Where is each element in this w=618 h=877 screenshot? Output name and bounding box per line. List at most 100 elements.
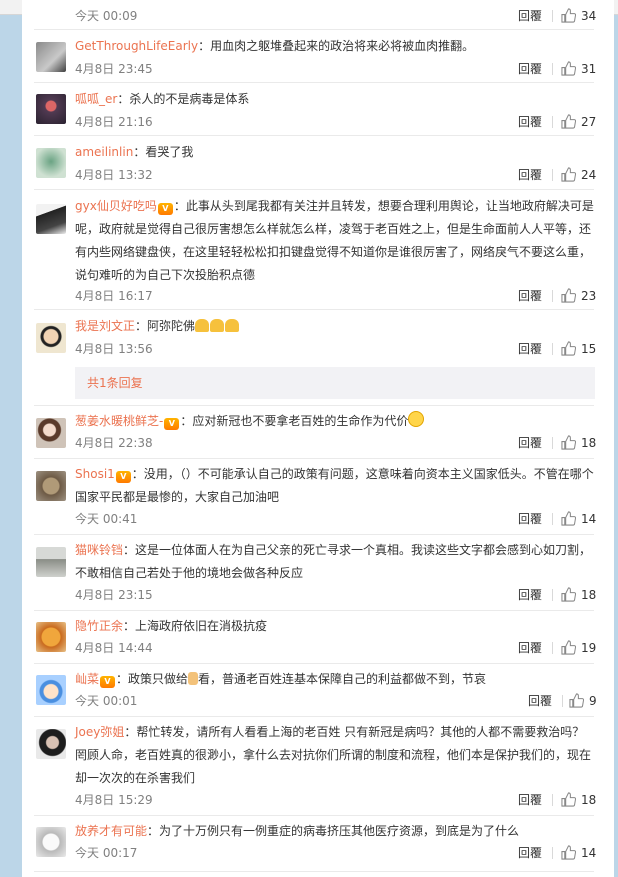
avatar[interactable]: [36, 729, 66, 759]
avatar[interactable]: [36, 418, 66, 448]
like-button[interactable]: 14: [561, 510, 597, 528]
comment-text: 隐竹正余：上海政府依旧在消极抗疫: [75, 615, 595, 638]
comment-time: 4月8日 23:15: [75, 588, 153, 602]
comment-item: 屾菜 V ：政策只做给 看，普通老百姓连基本保障自己的利益都做不到，节哀 今天 00:…: [34, 664, 597, 717]
comment-meta: 今天 00:09 回覆 34: [75, 7, 596, 25]
comment-text: Shosi1 V ：没用，（）不可能承认自己的政策有问题，这意味着向资本主义国家低头…: [75, 463, 595, 509]
avatar[interactable]: [36, 148, 66, 178]
comment-time: 今天 00:09: [75, 9, 138, 23]
comment-text: 放养才有可能：为了十万例只有一例重症的病毒挤压其他医疗资源，到底是为了什么: [75, 820, 595, 843]
reply-button[interactable]: 回覆: [518, 113, 542, 131]
reply-button[interactable]: 回覆: [518, 639, 542, 657]
reply-button[interactable]: 回覆: [518, 166, 542, 184]
reply-button[interactable]: 回覆: [518, 510, 542, 528]
like-button[interactable]: 18: [561, 434, 597, 452]
divider: [552, 437, 553, 449]
comment-item: Joey弥姐：帮忙转发，请所有人看看上海的老百姓 只有新冠是病吗？其他的人都不需…: [34, 717, 596, 816]
reply-button[interactable]: 回覆: [528, 692, 552, 710]
comment-meta: 4月8日 14:44 回覆 19: [75, 639, 597, 657]
username-link[interactable]: 屾菜: [75, 672, 99, 686]
reply-button[interactable]: 回覆: [518, 844, 542, 862]
avatar[interactable]: [36, 42, 66, 72]
like-button[interactable]: 18: [561, 586, 596, 604]
username-link[interactable]: 呱呱_er: [75, 92, 117, 106]
comment-time: 4月8日 14:44: [75, 641, 153, 655]
comment-body: ：杀人的不是病毒是体系: [117, 92, 250, 106]
comment-item: 葱姜水暖桃鲜芝- V ：应对新冠也不要拿老百姓的生命作为代价 4月8日 22:38 …: [34, 406, 597, 459]
reply-button[interactable]: 回覆: [518, 434, 542, 452]
avatar[interactable]: [36, 675, 66, 705]
like-count: 15: [581, 342, 597, 356]
like-count: 14: [581, 512, 597, 526]
thumbs-up-icon: [561, 792, 576, 807]
like-count: 23: [581, 289, 597, 303]
username-link[interactable]: GetThroughLifeEarly: [75, 39, 198, 53]
avatar[interactable]: [36, 547, 66, 577]
username-link[interactable]: gyx仙贝好吃吗: [75, 199, 157, 213]
like-button[interactable]: 24: [561, 166, 596, 184]
reply-button[interactable]: 回覆: [518, 791, 542, 809]
username-link[interactable]: 猫咪铃铛: [75, 543, 123, 557]
comment-item: Shosi1 V ：没用，（）不可能承认自己的政策有问题，这意味着向资本主义国家低头…: [34, 459, 597, 535]
comment-time: 4月8日 21:16: [75, 115, 153, 129]
like-button[interactable]: 14: [561, 844, 596, 862]
divider: [552, 10, 553, 22]
avatar[interactable]: [36, 622, 66, 652]
comment-item: ameilinlin：看哭了我 4月8日 13:32 回覆 24: [34, 136, 596, 190]
comment-text: ameilinlin：看哭了我: [75, 141, 595, 164]
reply-button[interactable]: 回覆: [518, 340, 542, 358]
avatar[interactable]: [36, 827, 66, 857]
username-link[interactable]: 放养才有可能: [75, 824, 147, 838]
avatar[interactable]: [36, 94, 66, 124]
username-link[interactable]: 隐竹正余: [75, 619, 123, 633]
avatar[interactable]: [36, 471, 66, 501]
more-replies-link[interactable]: 共1条回复: [75, 367, 595, 399]
like-button[interactable]: 31: [561, 60, 597, 78]
thumbs-up-icon: [561, 341, 576, 356]
vip-badge-icon: V: [164, 418, 180, 430]
divider: [552, 589, 553, 601]
like-button[interactable]: 23: [561, 287, 597, 305]
like-button[interactable]: 9: [569, 692, 597, 710]
username-link[interactable]: ameilinlin: [75, 145, 133, 159]
thumbs-up-icon: [561, 435, 576, 450]
like-count: 31: [581, 62, 597, 76]
thumbs-up-icon: [561, 114, 576, 129]
username-link[interactable]: 葱姜水暖桃鲜芝-: [75, 414, 163, 428]
thumbs-up-icon: [561, 288, 576, 303]
thumbs-up-icon: [561, 511, 576, 526]
face-emoji-icon: [408, 411, 425, 427]
comments-panel: 今天 00:09 回覆 34 GetThroughLifeEarly：用血肉之躯…: [22, 0, 614, 877]
username-link[interactable]: Joey弥姐: [75, 725, 124, 739]
like-button[interactable]: 34: [561, 7, 596, 25]
avatar[interactable]: [36, 204, 66, 234]
like-button[interactable]: 27: [561, 113, 596, 131]
like-button[interactable]: 18: [561, 791, 596, 809]
like-button[interactable]: 19: [561, 639, 597, 657]
comment-time: 4月8日 15:29: [75, 793, 153, 807]
divider: [552, 290, 553, 302]
comment-body: ：没用，（）不可能承认自己的政策有问题，这意味着向资本主义国家低头。不管在哪个国…: [75, 467, 594, 504]
reply-button[interactable]: 回覆: [518, 60, 542, 78]
comment-text: 猫咪铃铛：这是一位体面人在为自己父亲的死亡寻求一个真相。我读这些文字都会感到心如…: [75, 539, 595, 585]
like-button[interactable]: 15: [561, 340, 597, 358]
username-link[interactable]: 我是刘文正: [75, 319, 135, 333]
like-count: 18: [581, 436, 597, 450]
more-replies-label: 共1条回复: [87, 376, 143, 390]
comment-meta: 4月8日 13:56 回覆 15: [75, 340, 597, 358]
divider: [552, 116, 553, 128]
reply-button[interactable]: 回覆: [518, 7, 542, 25]
comment-time: 今天 00:41: [75, 512, 138, 526]
reply-button[interactable]: 回覆: [518, 287, 542, 305]
divider: [552, 794, 553, 806]
avatar[interactable]: [36, 323, 66, 353]
comment-time: 4月8日 13:56: [75, 342, 153, 356]
like-count: 19: [581, 641, 597, 655]
comment-text: 呱呱_er：杀人的不是病毒是体系: [75, 88, 595, 111]
reply-button[interactable]: 回覆: [518, 586, 542, 604]
divider: [552, 847, 553, 859]
comment-time: 今天 00:01: [75, 694, 138, 708]
username-link[interactable]: Shosi1: [75, 467, 115, 481]
thumbs-up-icon: [569, 693, 584, 708]
vip-badge-icon: V: [115, 471, 131, 483]
